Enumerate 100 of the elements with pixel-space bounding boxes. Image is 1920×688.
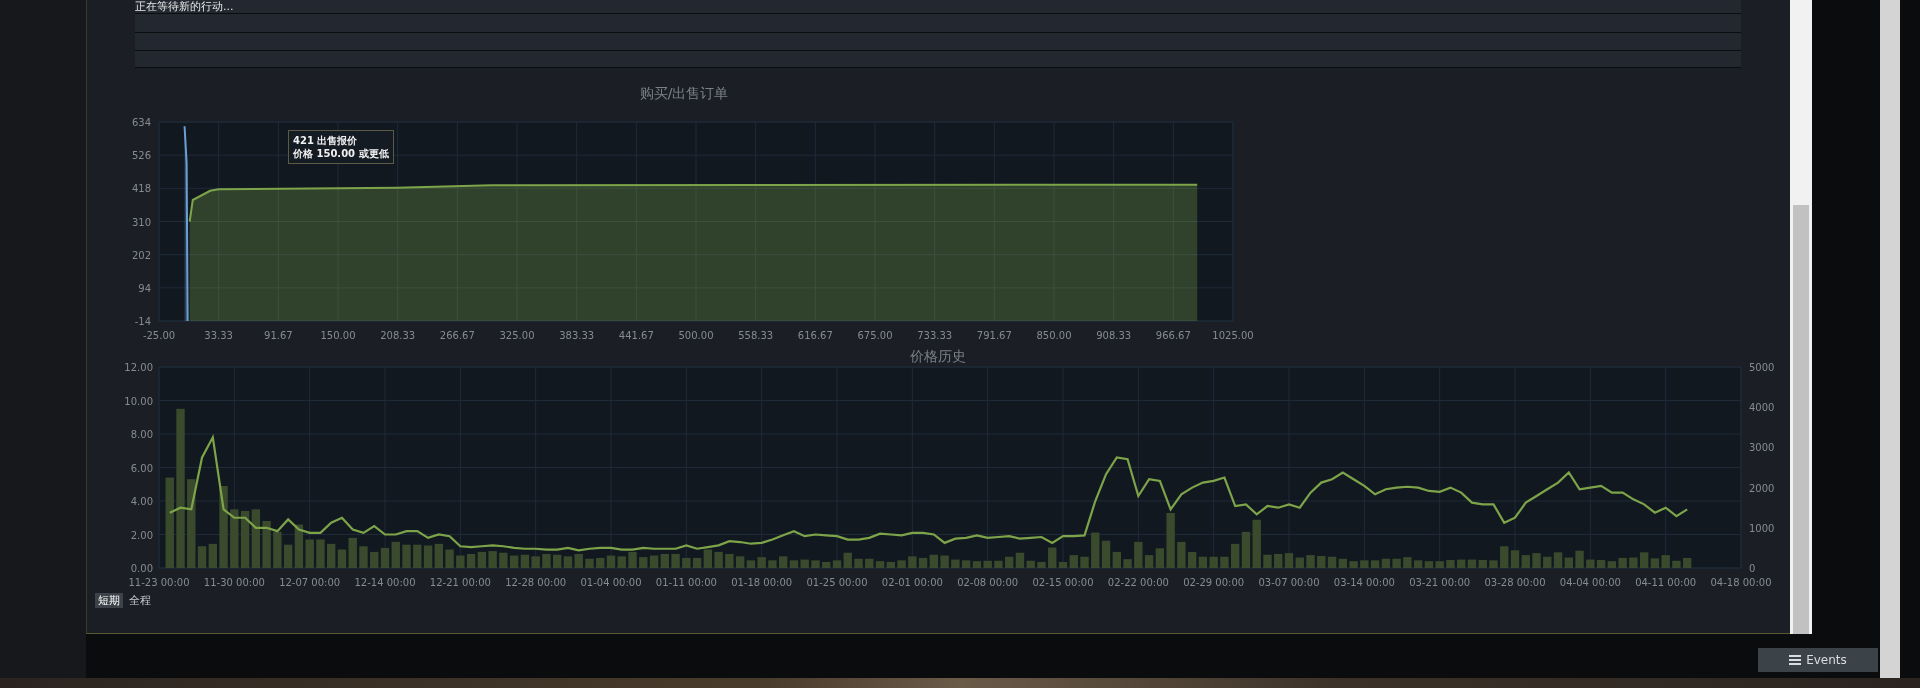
volume-bar (1091, 532, 1100, 568)
volume-bar (542, 553, 551, 568)
volume-bar (768, 560, 777, 568)
y-axis-label: 526 (131, 150, 151, 162)
x-axis-label: 12-28 00:00 (505, 577, 567, 588)
volume-bar (1123, 559, 1132, 568)
x-axis-label: 12-07 00:00 (279, 577, 341, 588)
volume-bar (477, 551, 487, 568)
volume-bar (1446, 559, 1455, 568)
volume-bar (1457, 559, 1466, 568)
y-axis-label: 310 (131, 216, 151, 228)
volume-bar (1295, 557, 1304, 568)
volume-bar (1521, 555, 1530, 568)
volume-bar (725, 553, 734, 568)
volume-bar (370, 551, 379, 568)
volume-bar (531, 556, 540, 568)
tooltip-text: 价格 150.00 或更低 (293, 147, 389, 160)
volume-bar (1349, 561, 1358, 568)
volume-bar (1037, 561, 1046, 568)
x-axis-label: 908.33 (1096, 330, 1132, 341)
volume-bar (1683, 557, 1692, 568)
volume-bar (1489, 560, 1498, 568)
volume-bar (445, 549, 454, 568)
volume-bar (908, 556, 917, 568)
volume-bar (1467, 559, 1477, 568)
volume-bar (1284, 553, 1294, 568)
y-axis-label: 8.00 (130, 429, 153, 440)
volume-bar (1575, 550, 1584, 568)
y-axis-label: 12.00 (124, 362, 153, 373)
volume-bar (1586, 559, 1595, 568)
y-axis-label: 2000 (1749, 482, 1775, 494)
x-axis-label: 33.33 (204, 330, 233, 341)
volume-bar (1500, 546, 1509, 568)
y-axis-label: 1000 (1749, 522, 1775, 534)
volume-bar (617, 556, 626, 568)
volume-bar (1510, 550, 1520, 568)
volume-bar (466, 553, 476, 568)
y-axis-label: 202 (131, 249, 151, 261)
x-axis-label: 150.00 (320, 330, 356, 341)
y-axis-label: 418 (131, 183, 151, 195)
volume-bar (1532, 553, 1541, 568)
volume-bar (499, 552, 508, 568)
x-axis-label: 11-23 00:00 (128, 577, 190, 588)
volume-bar (208, 543, 217, 568)
x-axis-label: 04-11 00:00 (1635, 577, 1697, 588)
x-axis-label: 208.33 (380, 330, 416, 341)
scrollbar[interactable] (1880, 0, 1900, 678)
x-axis-label: 04-18 00:00 (1710, 577, 1772, 588)
x-axis-label: 01-11 00:00 (655, 577, 717, 588)
y-axis-label: 4.00 (130, 496, 153, 507)
volume-bar (951, 559, 960, 568)
y-axis-label: 6.00 (130, 462, 153, 474)
chart-title: 购买/出售订单 (639, 84, 729, 102)
x-axis-label: 03-21 00:00 (1409, 577, 1471, 588)
volume-bar (230, 509, 239, 568)
events-button[interactable]: Events (1758, 648, 1878, 672)
y-axis-label: 10.00 (124, 395, 153, 407)
volume-bar (800, 559, 809, 568)
x-axis-label: 266.67 (439, 330, 475, 341)
volume-bar (918, 557, 928, 568)
x-axis-label: 675.00 (857, 330, 893, 341)
x-axis-label: 441.67 (618, 330, 654, 341)
range-tab[interactable]: 短期 (95, 593, 123, 608)
volume-bar (423, 545, 433, 568)
volume-bar (1198, 556, 1208, 568)
volume-bar (1596, 559, 1606, 568)
x-axis-label: 11-30 00:00 (203, 577, 265, 588)
x-axis-label: 500.00 (678, 330, 714, 341)
volume-bar (714, 551, 723, 568)
y-axis-label: 2.00 (130, 529, 153, 541)
range-tab[interactable]: 全程 (126, 593, 154, 608)
volume-bar (897, 560, 906, 568)
volume-bar (940, 555, 949, 568)
x-axis-label: 325.00 (499, 330, 535, 341)
scrollbar[interactable] (1790, 0, 1812, 634)
x-axis-label: 03-14 00:00 (1333, 577, 1395, 588)
x-axis-label: 733.33 (917, 330, 953, 341)
volume-bar (1252, 519, 1261, 568)
volume-bar (1381, 558, 1391, 568)
volume-bar (380, 547, 390, 568)
volume-bar (639, 557, 648, 568)
volume-bar (757, 557, 766, 568)
volume-bar (509, 555, 519, 568)
x-axis-label: 616.67 (797, 330, 833, 341)
volume-bar (553, 554, 562, 568)
volume-bar (1327, 556, 1337, 568)
x-axis-label: -25.00 (142, 330, 176, 341)
x-axis-label: 02-15 00:00 (1032, 577, 1094, 588)
x-axis-label: 02-01 00:00 (881, 577, 943, 588)
volume-bar (1392, 558, 1401, 568)
volume-bar (391, 541, 400, 568)
volume-bar (606, 555, 616, 568)
x-axis-label: 791.67 (976, 330, 1012, 341)
y-axis-label: 0 (1749, 563, 1756, 574)
volume-bar (811, 560, 820, 568)
volume-bar (316, 539, 325, 568)
volume-bar (1080, 556, 1089, 568)
volume-bar (434, 543, 443, 568)
volume-bar (865, 558, 874, 568)
x-axis-label: 01-04 00:00 (580, 577, 642, 588)
